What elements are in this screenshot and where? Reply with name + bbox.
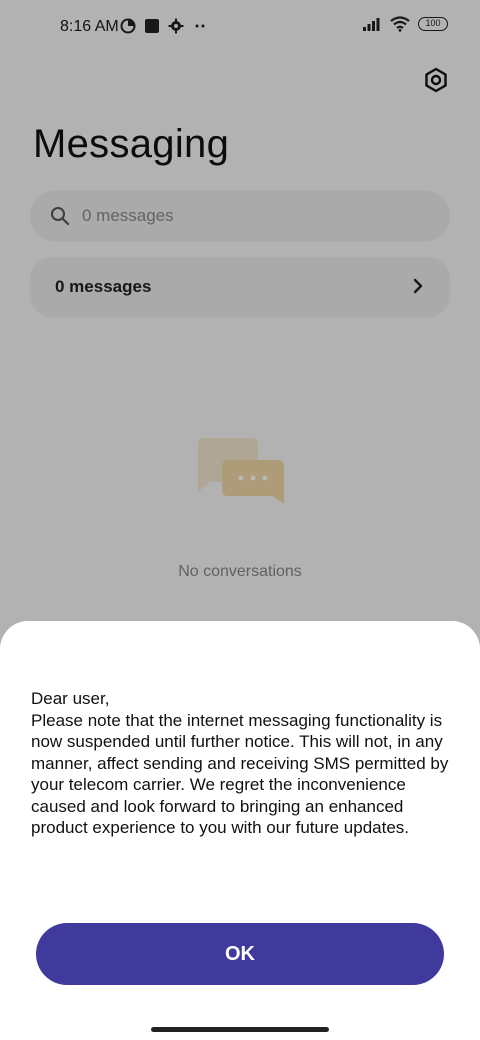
home-indicator[interactable] xyxy=(151,1027,329,1032)
dialog-message: Dear user, Please note that the internet… xyxy=(31,689,449,837)
notice-dialog: Dear user, Please note that the internet… xyxy=(0,621,480,1040)
ok-button[interactable]: OK xyxy=(36,923,444,985)
